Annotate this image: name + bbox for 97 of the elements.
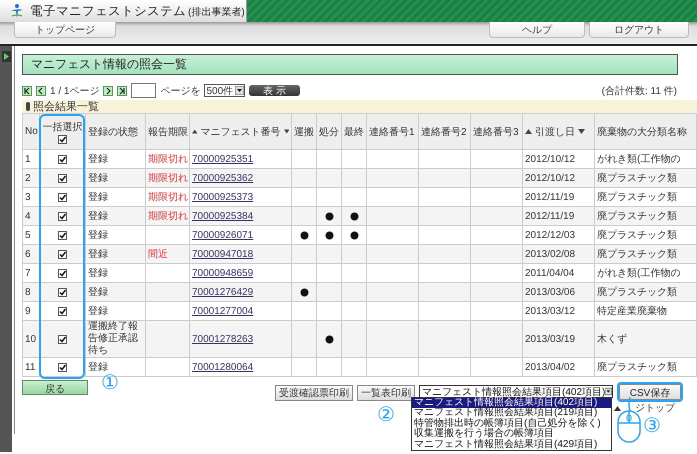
- goto-label: ページを: [160, 84, 200, 98]
- column-header: 連絡番号1: [366, 114, 418, 150]
- checkbox[interactable]: [58, 306, 67, 316]
- column-header: 報告期限: [146, 114, 190, 150]
- table-cell: 登録: [86, 206, 146, 226]
- nav-tab[interactable]: ヘルプ: [489, 22, 585, 38]
- sort-up-icon[interactable]: [525, 129, 532, 134]
- system-subtitle: (排出事業者): [188, 6, 245, 18]
- sort-up-icon[interactable]: [192, 129, 198, 134]
- table-cell: 廃プラスチック類: [594, 206, 696, 226]
- total-count: (合計件数: 11 件): [602, 84, 677, 98]
- table-cell: 期限切れ: [146, 168, 190, 188]
- expand-icon[interactable]: [2, 51, 10, 62]
- first-page-icon[interactable]: [22, 86, 32, 96]
- checkbox[interactable]: [58, 192, 67, 202]
- print-button[interactable]: 一覧表印刷: [357, 385, 415, 401]
- table-cell: 運搬終了報告修正承認待ち: [86, 320, 146, 358]
- dot-icon: [324, 334, 334, 344]
- print-button[interactable]: 受渡確認票印刷: [275, 385, 353, 401]
- show-button[interactable]: 表 示: [249, 85, 300, 96]
- table-cell: 6: [22, 244, 40, 264]
- pin-icon: [26, 102, 30, 111]
- dropdown-arrow-icon[interactable]: [605, 387, 612, 396]
- logo-icon: [10, 3, 24, 19]
- table-cell: 登録: [86, 168, 146, 188]
- table-cell: 間近: [146, 244, 190, 264]
- dot-icon: [300, 288, 308, 296]
- table-cell: 2013/02/08: [522, 244, 594, 264]
- checkbox[interactable]: [58, 154, 67, 164]
- table-cell: 登録: [86, 282, 146, 302]
- select-all-checkbox[interactable]: [58, 134, 67, 144]
- dot-icon: [324, 212, 334, 220]
- table-cell: 2013/04/02: [522, 358, 594, 376]
- page-input[interactable]: [131, 83, 156, 98]
- dropdown-option[interactable]: マニフェスト情報照会結果項目(429項目): [412, 440, 611, 450]
- table-cell: 4: [22, 206, 40, 226]
- sort-down-icon[interactable]: [284, 129, 289, 134]
- dot-icon: [300, 230, 308, 240]
- page-indicator: 1 / 1ページ: [50, 84, 100, 98]
- up-arrow-icon[interactable]: [614, 406, 621, 410]
- dropdown-arrow-icon[interactable]: [235, 86, 244, 95]
- previous-page-icon[interactable]: [36, 86, 46, 96]
- last-page-icon[interactable]: [117, 86, 128, 96]
- table-cell: 2012/10/12: [522, 168, 594, 188]
- column-header: 連絡番号2: [418, 114, 470, 150]
- dropdown-option[interactable]: マニフェスト情報照会結果項目(219項目): [412, 408, 611, 419]
- table-cell: 11: [22, 358, 40, 376]
- column-header: 登録の状態: [86, 114, 146, 150]
- table-cell: 廃プラスチック類: [594, 282, 696, 302]
- table-cell: 登録: [86, 244, 146, 264]
- checkbox[interactable]: [58, 362, 67, 372]
- table-cell: 廃プラスチック類: [594, 358, 696, 376]
- checkbox[interactable]: [58, 174, 67, 182]
- table-cell: 2012/11/19: [522, 206, 594, 226]
- column-header: 運搬: [292, 114, 316, 150]
- table-cell: 廃プラスチック類: [594, 244, 696, 264]
- checkbox[interactable]: [58, 250, 67, 258]
- column-header: 連絡番号3: [470, 114, 522, 150]
- csv-save-button[interactable]: CSV保存: [619, 384, 681, 400]
- checkbox[interactable]: [58, 288, 67, 296]
- nav-tab[interactable]: ログアウト: [589, 22, 689, 38]
- manifest-link[interactable]: 70001278263: [192, 334, 254, 344]
- dot-icon: [350, 230, 358, 240]
- column-header: No: [22, 114, 40, 150]
- checkbox[interactable]: [58, 334, 67, 344]
- checkbox[interactable]: [58, 268, 67, 278]
- annotation-number: ②: [377, 406, 395, 424]
- next-page-icon[interactable]: [103, 86, 114, 96]
- table-cell: 10: [22, 320, 40, 358]
- table-cell: 2013/03/19: [522, 320, 594, 358]
- table-cell: 期限切れ: [146, 206, 190, 226]
- page-top-link[interactable]: ジトップ: [635, 401, 675, 415]
- page-title: マニフェスト情報の照会一覧: [22, 54, 678, 75]
- column-header: 廃棄物の大分類名称: [594, 114, 696, 150]
- table-cell: 廃プラスチック類: [594, 168, 696, 188]
- per-page-select[interactable]: 500件: [204, 84, 246, 97]
- checkbox[interactable]: [58, 230, 67, 240]
- back-button[interactable]: 戻る: [22, 380, 88, 395]
- sort-down-icon[interactable]: [578, 129, 585, 134]
- table-cell: 8: [22, 282, 40, 302]
- table-cell: 2: [22, 168, 40, 188]
- table-cell: 2013/03/06: [522, 282, 594, 302]
- system-title: 電子マニフェストシステム: [30, 4, 186, 18]
- annotation-number: ①: [101, 374, 119, 392]
- column-header: 最終: [342, 114, 366, 150]
- table-cell: 木くず: [594, 320, 696, 358]
- dropdown-option[interactable]: マニフェスト情報照会結果項目(402項目): [412, 398, 611, 408]
- dropdown-option[interactable]: 収集運搬を行う場合の帳簿項目: [412, 429, 611, 440]
- dot-icon: [350, 212, 358, 220]
- nav-tab[interactable]: トップページ: [14, 22, 116, 38]
- column-header: 一括選択: [42, 120, 82, 134]
- export-select[interactable]: マニフェスト情報照会結果項目(402項目): [419, 385, 613, 398]
- section-title: 照会結果一覧: [33, 100, 99, 114]
- checkbox[interactable]: [58, 212, 67, 220]
- column-header: 処分: [316, 114, 342, 150]
- annotation-number: ③: [643, 417, 661, 435]
- dot-icon: [324, 230, 334, 240]
